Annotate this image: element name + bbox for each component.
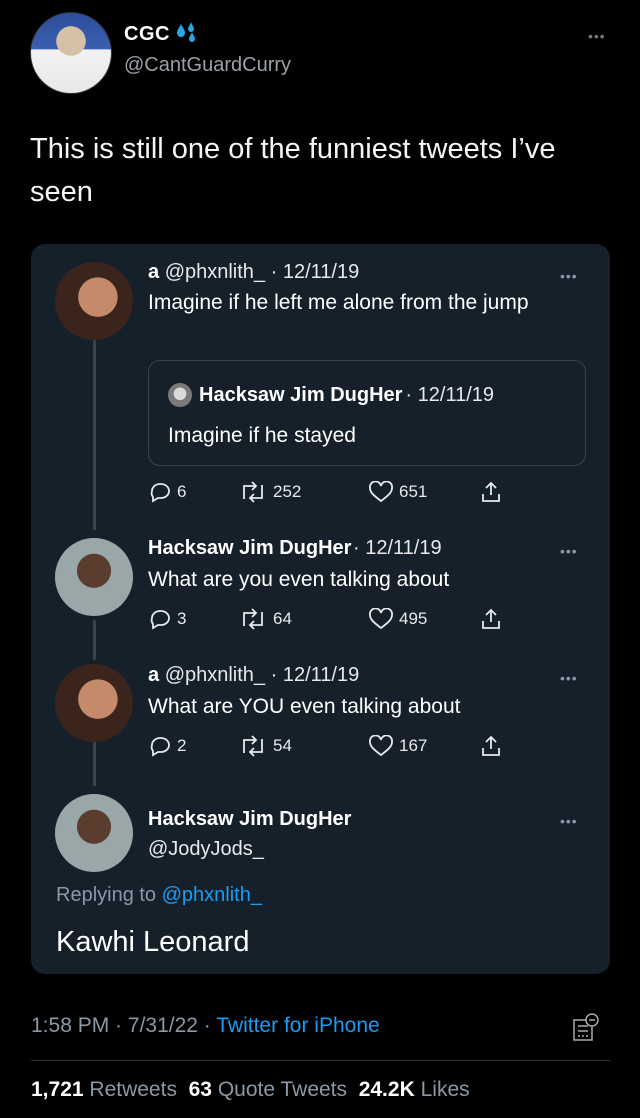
retweet-button[interactable]: 54: [238, 735, 368, 757]
reply-icon: [150, 737, 170, 757]
quote-tweets-stat[interactable]: 63 Quote Tweets: [189, 1078, 347, 1101]
tweet-stats: 1,721 Retweets 63 Quote Tweets 24.2K Lik…: [31, 1078, 470, 1102]
reply-icon: [150, 483, 170, 503]
replying-to: Replying to @phxnlith_: [56, 884, 262, 906]
share-icon: [482, 481, 500, 502]
author-avatar[interactable]: [30, 12, 112, 94]
thread-tweet-3-header: a @phxnlith_ · 12/11/19: [148, 664, 360, 686]
tweet-text: This is still one of the funniest tweets…: [30, 133, 556, 208]
thread-tweet-4-text: Kawhi Leonard: [56, 926, 250, 958]
author-name[interactable]: CGC: [124, 22, 198, 46]
like-button[interactable]: 651: [368, 481, 480, 503]
quoted-tweet-text: Imagine if he stayed: [168, 424, 356, 447]
share-button[interactable]: [480, 480, 502, 504]
retweet-icon: [243, 481, 263, 503]
more-options-icon[interactable]: •••: [560, 670, 578, 686]
thread-tweet-1-actions: 6 252 651: [148, 480, 518, 504]
heart-icon: [369, 735, 393, 757]
thread-tweet-2-header: Hacksaw Jim DugHer · 12/11/19: [148, 537, 442, 559]
retweet-icon: [243, 608, 263, 630]
like-button[interactable]: 167: [368, 735, 480, 757]
tweet-source-link[interactable]: Twitter for iPhone: [216, 1014, 379, 1037]
reply-icon: [150, 610, 170, 630]
retweet-button[interactable]: 252: [238, 481, 368, 503]
thread-line: [93, 335, 96, 530]
share-button[interactable]: [480, 607, 502, 631]
thread-tweet-2-text: What are you even talking about: [148, 568, 450, 591]
quoted-tweet-header: Hacksaw Jim DugHer · 12/11/19: [168, 383, 494, 407]
retweet-button[interactable]: 64: [238, 608, 368, 630]
avatar[interactable]: [55, 538, 133, 616]
droplets-emoji-icon: [176, 22, 198, 42]
reply-button[interactable]: 2: [148, 735, 238, 757]
retweets-stat[interactable]: 1,721 Retweets: [31, 1078, 177, 1101]
reply-button[interactable]: 6: [148, 481, 238, 503]
replying-to-link[interactable]: @phxnlith_: [162, 884, 262, 906]
thread-line: [93, 742, 96, 786]
analytics-icon[interactable]: [572, 1012, 600, 1042]
more-options-icon[interactable]: •••: [560, 268, 578, 284]
thread-line: [93, 620, 96, 660]
more-options-icon[interactable]: •••: [560, 813, 578, 829]
thread-tweet-4-handle: @JodyJods_: [148, 838, 264, 860]
heart-icon: [369, 481, 393, 503]
divider: [31, 1060, 610, 1061]
avatar[interactable]: [55, 262, 133, 340]
heart-icon: [369, 608, 393, 630]
thread-tweet-3-text: What are YOU even talking about: [148, 695, 461, 718]
more-options-icon[interactable]: •••: [560, 543, 578, 559]
avatar: [168, 383, 192, 407]
share-icon: [482, 735, 500, 756]
likes-stat[interactable]: 24.2K Likes: [359, 1078, 470, 1101]
thread-tweet-3-actions: 2 54 167: [148, 734, 518, 758]
reply-button[interactable]: 3: [148, 608, 238, 630]
thread-tweet-1-text: Imagine if he left me alone from the jum…: [148, 291, 529, 314]
like-button[interactable]: 495: [368, 608, 480, 630]
retweet-icon: [243, 735, 263, 757]
share-icon: [482, 608, 500, 629]
avatar[interactable]: [55, 794, 133, 872]
thread-tweet-4-name: Hacksaw Jim DugHer: [148, 808, 352, 830]
author-handle[interactable]: @CantGuardCurry: [124, 54, 291, 77]
more-options-icon[interactable]: •••: [588, 28, 606, 44]
avatar[interactable]: [55, 664, 133, 742]
share-button[interactable]: [480, 734, 502, 758]
thread-tweet-2-actions: 3 64 495: [148, 607, 518, 631]
thread-tweet-1-header: a @phxnlith_ · 12/11/19: [148, 261, 360, 283]
tweet-timestamp: 1:58 PM · 7/31/22 · Twitter for iPhone: [31, 1014, 380, 1037]
